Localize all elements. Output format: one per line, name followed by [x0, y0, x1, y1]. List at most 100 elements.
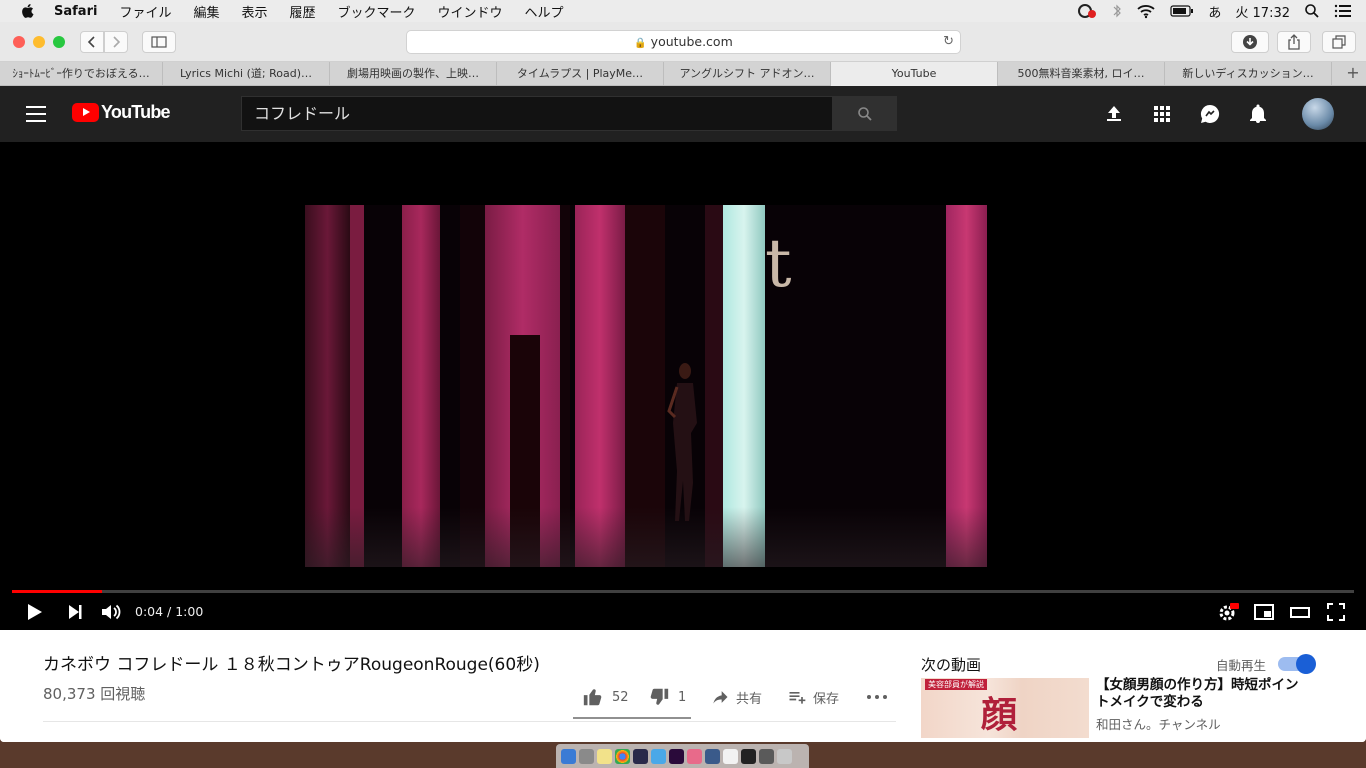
volume-icon[interactable]	[99, 600, 123, 624]
notes-icon[interactable]	[597, 748, 612, 764]
trash-icon[interactable]	[777, 748, 792, 764]
search-input[interactable]: コフレドール	[241, 96, 833, 131]
like-button[interactable]: 52	[582, 685, 629, 709]
folder-icon[interactable]	[759, 748, 774, 764]
download-icon	[1243, 35, 1257, 49]
safari-window: 🔒 youtube.com ↻ ｼｮｰﾄﾑｰﾋﾞｰ作りでおぼえる… Lyrics …	[0, 22, 1366, 742]
video-progress-bar[interactable]	[12, 590, 1354, 593]
new-tab-button[interactable]: +	[1340, 62, 1366, 86]
browser-tab-active[interactable]: YouTube	[831, 62, 998, 86]
play-button-icon[interactable]	[22, 600, 46, 624]
zoom-window-button[interactable]	[53, 36, 65, 48]
browser-tab[interactable]: 劇場用映画の製作、上映…	[330, 62, 497, 86]
youtube-header: YouTube コフレドール	[0, 86, 1366, 142]
apple-menu-icon[interactable]	[20, 3, 36, 19]
youtube-logo[interactable]: YouTube	[72, 102, 171, 123]
launchpad-icon[interactable]	[579, 748, 594, 764]
recommended-video-channel[interactable]: 和田さん。チャンネル	[1096, 714, 1221, 733]
sidebar-toggle-button[interactable]	[142, 31, 176, 53]
forward-button[interactable]	[104, 31, 128, 53]
youtube-play-logo-icon	[72, 103, 99, 122]
close-window-button[interactable]	[13, 36, 25, 48]
tab-overview-button[interactable]	[1322, 31, 1356, 53]
menubar-clock[interactable]: 火 17:32	[1235, 2, 1290, 21]
upload-icon[interactable]	[1102, 102, 1126, 126]
dislike-button[interactable]: 1	[648, 685, 686, 709]
recommended-video-thumbnail[interactable]: 美容部員が解説 顔	[921, 678, 1089, 738]
app-menu-safari[interactable]: Safari	[54, 4, 97, 19]
music-icon[interactable]	[687, 748, 702, 764]
like-ratio-bar	[573, 717, 691, 719]
notification-center-icon[interactable]	[1334, 3, 1352, 19]
share-button[interactable]	[1277, 31, 1311, 53]
browser-tab[interactable]: 新しいディスカッション…	[1165, 62, 1332, 86]
thumbnail-text: 顔	[981, 695, 1018, 736]
share-video-button[interactable]: 共有	[710, 685, 762, 709]
notifications-bell-icon[interactable]	[1246, 102, 1270, 126]
settings-hd-icon[interactable]	[1216, 600, 1240, 624]
browser-tab[interactable]: ｼｮｰﾄﾑｰﾋﾞｰ作りでおぼえる…	[0, 62, 163, 86]
safari-icon[interactable]	[651, 748, 666, 764]
bluetooth-icon[interactable]	[1112, 3, 1122, 19]
browser-tab[interactable]: アングルシフト アドオン…	[664, 62, 831, 86]
chrome-icon[interactable]	[615, 748, 630, 764]
playlist-add-icon	[789, 692, 806, 704]
tab-bar: ｼｮｰﾄﾑｰﾋﾞｰ作りでおぼえる… Lyrics Michi (道; Road)…	[0, 62, 1366, 86]
browser-tab[interactable]: Lyrics Michi (道; Road)…	[163, 62, 330, 86]
lock-icon: 🔒	[634, 38, 647, 49]
battery-icon[interactable]	[1170, 4, 1194, 18]
save-video-button[interactable]: 保存	[787, 685, 839, 709]
terminal-icon[interactable]	[741, 748, 756, 764]
autoplay-label: 自動再生	[1216, 658, 1267, 673]
tabs-icon	[1332, 35, 1346, 49]
photos-app-icon[interactable]	[633, 748, 648, 764]
apps-grid-icon[interactable]	[1150, 102, 1174, 126]
dislike-count: 1	[678, 689, 687, 705]
menu-edit[interactable]: 編集	[193, 2, 219, 21]
reload-icon[interactable]: ↻	[943, 31, 954, 53]
menu-window[interactable]: ウインドウ	[438, 2, 503, 21]
downloads-button[interactable]	[1231, 31, 1269, 53]
search-icon	[857, 106, 872, 121]
recommended-video-title[interactable]: 【女顔男顔の作り方】時短ポイントメイクで変わる	[1096, 677, 1306, 711]
menu-help[interactable]: ヘルプ	[525, 2, 564, 21]
back-button[interactable]	[80, 31, 104, 53]
video-player[interactable]: t 0:04 / 1:00	[0, 142, 1366, 630]
wifi-icon[interactable]	[1136, 3, 1156, 19]
theater-mode-icon[interactable]	[1288, 600, 1312, 624]
like-count: 52	[612, 689, 629, 705]
next-video-icon[interactable]	[63, 600, 87, 624]
menu-view[interactable]: 表示	[241, 2, 267, 21]
video-frame: t	[305, 205, 987, 567]
save-label: 保存	[813, 691, 840, 707]
finder-icon[interactable]	[561, 748, 576, 764]
time-display: 0:04 / 1:00	[135, 604, 204, 619]
input-method-indicator[interactable]: あ	[1208, 2, 1221, 21]
browser-tab[interactable]: 500無料音楽素材, ロイ…	[998, 62, 1165, 86]
macos-menubar: Safari ファイル 編集 表示 履歴 ブックマーク ウインドウ ヘルプ あ …	[0, 0, 1366, 22]
menu-bookmarks[interactable]: ブックマーク	[338, 2, 416, 21]
url-text: youtube.com	[650, 34, 733, 49]
thumbnail-tag: 美容部員が解説	[925, 679, 987, 690]
menu-history[interactable]: 履歴	[289, 2, 315, 21]
fullscreen-icon[interactable]	[1324, 600, 1348, 624]
messages-icon[interactable]	[1198, 102, 1222, 126]
minimize-window-button[interactable]	[33, 36, 45, 48]
browser-tab[interactable]: タイムラプス | PlayMe…	[497, 62, 664, 86]
divider	[43, 721, 896, 722]
after-effects-icon[interactable]	[669, 748, 684, 764]
more-actions-icon[interactable]	[866, 685, 888, 709]
spotlight-search-icon[interactable]	[1304, 3, 1320, 19]
account-avatar[interactable]	[1302, 98, 1334, 130]
quicktime-icon[interactable]	[705, 748, 720, 764]
menu-file[interactable]: ファイル	[119, 2, 171, 21]
miniplayer-icon[interactable]	[1252, 600, 1276, 624]
autoplay-toggle[interactable]	[1278, 654, 1316, 674]
search-button[interactable]	[832, 96, 897, 131]
address-bar[interactable]: 🔒 youtube.com ↻	[406, 30, 961, 54]
safari-toolbar: 🔒 youtube.com ↻	[0, 22, 1366, 62]
share-arrow-icon	[713, 691, 728, 704]
preview-icon[interactable]	[723, 748, 738, 764]
creative-cloud-icon[interactable]	[1076, 3, 1098, 19]
hamburger-menu-icon[interactable]	[26, 106, 46, 122]
